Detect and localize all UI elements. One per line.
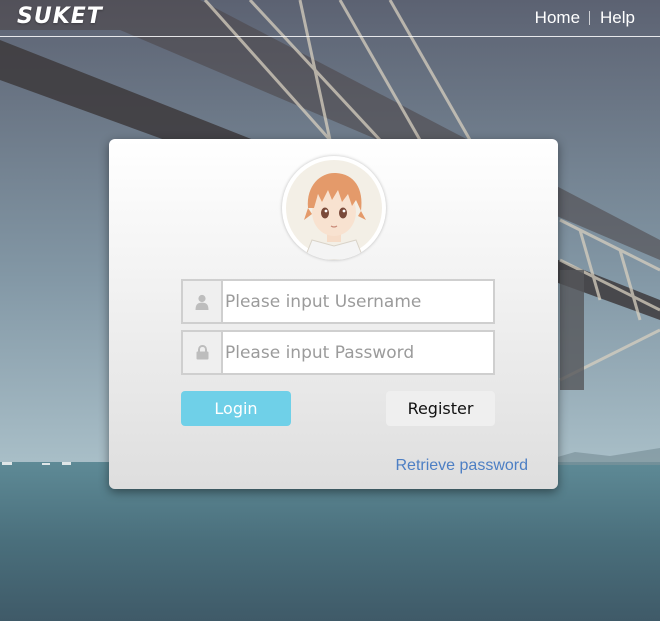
user-avatar xyxy=(282,156,386,260)
nav-help-link[interactable]: Help xyxy=(600,8,635,28)
password-field xyxy=(181,330,495,375)
user-icon xyxy=(183,281,223,322)
brand-logo[interactable]: SUKET xyxy=(17,4,103,29)
password-input[interactable] xyxy=(223,332,493,373)
username-input[interactable] xyxy=(223,281,493,322)
login-button[interactable]: Login xyxy=(181,391,291,426)
username-field xyxy=(181,279,495,324)
top-nav: Home Help xyxy=(535,8,635,28)
nav-divider xyxy=(589,11,591,25)
nav-home-link[interactable]: Home xyxy=(535,8,580,28)
register-button[interactable]: Register xyxy=(386,391,495,426)
anime-avatar-icon xyxy=(286,160,382,260)
lock-icon xyxy=(183,332,223,373)
login-card: Login Register Retrieve password xyxy=(109,139,558,489)
retrieve-password-link[interactable]: Retrieve password xyxy=(396,457,529,475)
top-navbar: SUKET Home Help xyxy=(0,0,660,37)
